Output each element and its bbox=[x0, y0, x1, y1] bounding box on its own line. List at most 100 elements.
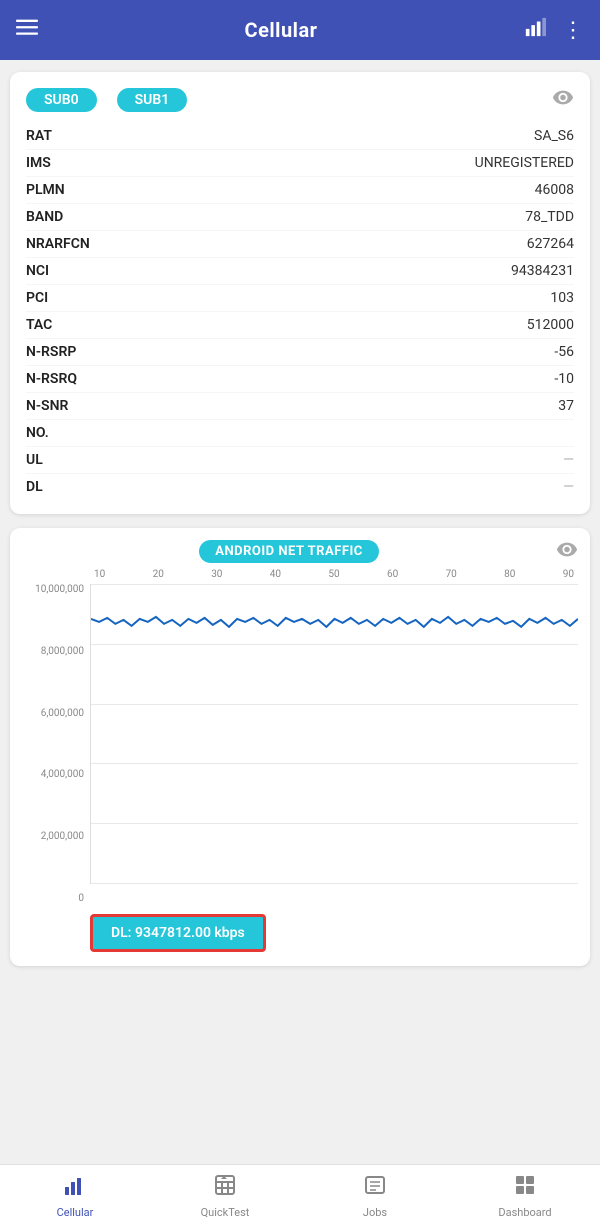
y-label-8m: 8,000,000 bbox=[41, 646, 84, 657]
info-label: NRARFCN bbox=[26, 236, 116, 252]
x-label-80: 80 bbox=[504, 569, 515, 580]
info-label: RAT bbox=[26, 128, 116, 144]
nav-item-cellular[interactable]: Cellular bbox=[0, 1173, 150, 1219]
x-label-70: 70 bbox=[446, 569, 457, 580]
sub0-tab[interactable]: SUB0 bbox=[26, 88, 97, 112]
app-header: Cellular ⋮ bbox=[0, 0, 600, 60]
info-value: -56 bbox=[554, 344, 574, 360]
grid-line-1 bbox=[91, 644, 578, 645]
chart-title-row: ANDROID NET TRAFFIC bbox=[22, 540, 556, 563]
y-label-2m: 2,000,000 bbox=[41, 831, 84, 842]
chart-line-svg bbox=[91, 584, 578, 883]
bottom-nav: Cellular QuickTest Jobs bbox=[0, 1164, 600, 1226]
cellular-info-table: RAT SA_S6 IMS UNREGISTERED PLMN 46008 BAND 78_T… bbox=[26, 123, 574, 500]
info-value: -10 bbox=[554, 371, 574, 387]
info-label: NCI bbox=[26, 263, 116, 279]
traffic-chart-card: ANDROID NET TRAFFIC 10 20 30 40 50 60 70… bbox=[10, 528, 590, 966]
x-label-30: 30 bbox=[211, 569, 222, 580]
dl-badge-row: DL: 9347812.00 kbps bbox=[22, 914, 578, 952]
quicktest-nav-icon bbox=[213, 1173, 237, 1203]
info-row: PLMN 46008 bbox=[26, 177, 574, 204]
info-label: N-SNR bbox=[26, 398, 116, 414]
info-label: IMS bbox=[26, 155, 116, 171]
x-label-10: 10 bbox=[94, 569, 105, 580]
sub-tabs-row: SUB0 SUB1 bbox=[26, 86, 574, 113]
x-label-90: 90 bbox=[563, 569, 574, 580]
info-value: — bbox=[563, 452, 574, 468]
x-label-50: 50 bbox=[328, 569, 339, 580]
info-value: 78_TDD bbox=[525, 209, 574, 225]
jobs-nav-icon bbox=[363, 1173, 387, 1203]
info-row: UL — bbox=[26, 447, 574, 474]
chart-header: ANDROID NET TRAFFIC bbox=[22, 538, 578, 565]
page-title: Cellular bbox=[245, 18, 318, 42]
info-row: IMS UNREGISTERED bbox=[26, 150, 574, 177]
x-label-20: 20 bbox=[153, 569, 164, 580]
info-label: PCI bbox=[26, 290, 116, 306]
menu-icon[interactable] bbox=[16, 16, 38, 44]
info-label: DL bbox=[26, 479, 116, 495]
more-icon[interactable]: ⋮ bbox=[562, 18, 584, 43]
dashboard-nav-icon bbox=[513, 1173, 537, 1203]
x-label-60: 60 bbox=[387, 569, 398, 580]
nav-item-dashboard[interactable]: Dashboard bbox=[450, 1173, 600, 1219]
y-label-4m: 4,000,000 bbox=[41, 769, 84, 780]
cellular-nav-icon bbox=[63, 1173, 87, 1203]
chart-wrapper: 10,000,000 8,000,000 6,000,000 4,000,000… bbox=[22, 584, 578, 904]
sub-tabs: SUB0 SUB1 bbox=[26, 88, 187, 112]
info-value: 512000 bbox=[527, 317, 574, 333]
info-value: SA_S6 bbox=[534, 128, 574, 144]
info-value: 627264 bbox=[527, 236, 574, 252]
info-row: NO. bbox=[26, 420, 574, 447]
info-row: BAND 78_TDD bbox=[26, 204, 574, 231]
header-actions: ⋮ bbox=[524, 16, 584, 44]
grid-line-3 bbox=[91, 763, 578, 764]
visibility-toggle-icon[interactable] bbox=[552, 86, 574, 113]
info-row: RAT SA_S6 bbox=[26, 123, 574, 150]
info-row: NCI94384231 bbox=[26, 258, 574, 285]
info-value: 46008 bbox=[535, 182, 574, 198]
chart-y-axis: 10,000,000 8,000,000 6,000,000 4,000,000… bbox=[22, 584, 90, 904]
info-label: N-RSRP bbox=[26, 344, 116, 360]
info-label: PLMN bbox=[26, 182, 116, 198]
x-label-40: 40 bbox=[270, 569, 281, 580]
jobs-nav-label: Jobs bbox=[363, 1206, 387, 1219]
nav-item-quicktest[interactable]: QuickTest bbox=[150, 1173, 300, 1219]
grid-line-4 bbox=[91, 823, 578, 824]
signal-icon[interactable] bbox=[524, 16, 546, 44]
dashboard-nav-label: Dashboard bbox=[498, 1206, 551, 1219]
chart-x-axis: 10 20 30 40 50 60 70 80 90 bbox=[92, 569, 576, 580]
info-row: DL — bbox=[26, 474, 574, 500]
info-label: UL bbox=[26, 452, 116, 468]
info-value: UNREGISTERED bbox=[475, 155, 574, 171]
info-row: N-RSRQ -10 bbox=[26, 366, 574, 393]
y-label-10m: 10,000,000 bbox=[35, 584, 84, 595]
info-label: NO. bbox=[26, 425, 116, 441]
quicktest-nav-label: QuickTest bbox=[201, 1206, 250, 1219]
info-row: N-SNR 37 bbox=[26, 393, 574, 420]
y-label-0: 0 bbox=[78, 893, 84, 904]
sub1-tab[interactable]: SUB1 bbox=[117, 88, 188, 112]
cellular-info-card: SUB0 SUB1 RAT SA_S6 IMS UNREGISTERED PLMN 460… bbox=[10, 72, 590, 514]
info-row: NRARFCN 627264 bbox=[26, 231, 574, 258]
main-content: SUB0 SUB1 RAT SA_S6 IMS UNREGISTERED PLMN 460… bbox=[0, 60, 600, 1164]
info-label: BAND bbox=[26, 209, 116, 225]
info-value: 37 bbox=[558, 398, 574, 414]
chart-svg bbox=[90, 584, 578, 884]
dl-speed-badge[interactable]: DL: 9347812.00 kbps bbox=[90, 914, 266, 952]
cellular-nav-label: Cellular bbox=[57, 1206, 94, 1219]
info-value: — bbox=[563, 479, 574, 495]
nav-item-jobs[interactable]: Jobs bbox=[300, 1173, 450, 1219]
info-row: PCI 103 bbox=[26, 285, 574, 312]
chart-visibility-icon[interactable] bbox=[556, 538, 578, 565]
info-label: N-RSRQ bbox=[26, 371, 116, 387]
info-row: TAC 512000 bbox=[26, 312, 574, 339]
info-row: N-RSRP -56 bbox=[26, 339, 574, 366]
grid-line-bottom bbox=[91, 883, 578, 884]
chart-area bbox=[90, 584, 578, 904]
info-label: TAC bbox=[26, 317, 116, 333]
grid-line-top bbox=[91, 584, 578, 585]
info-value: 103 bbox=[550, 290, 574, 306]
chart-title-badge: ANDROID NET TRAFFIC bbox=[199, 540, 379, 563]
y-label-6m: 6,000,000 bbox=[41, 708, 84, 719]
